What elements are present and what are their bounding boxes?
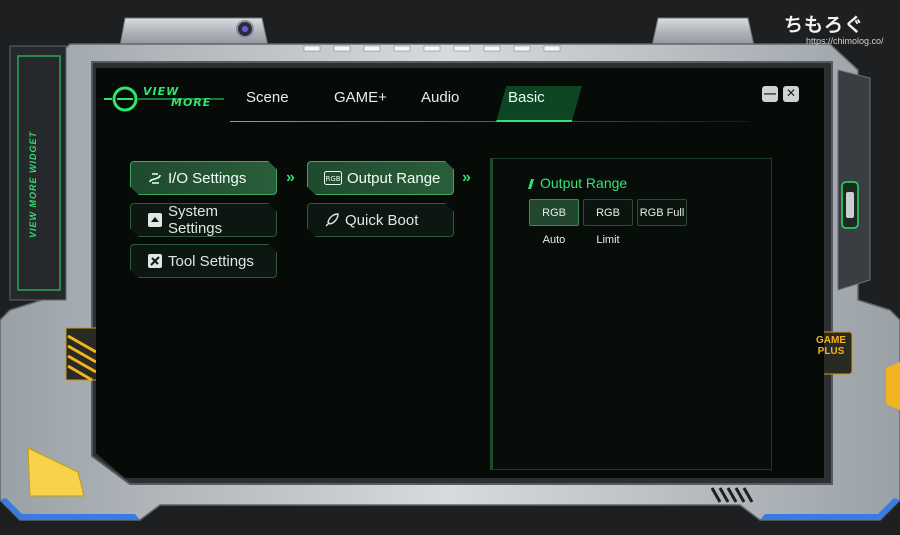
badge-line1: GAME	[816, 335, 846, 346]
panel-title: Output Range	[540, 175, 628, 191]
io-settings-icon	[147, 170, 163, 186]
close-button[interactable]: ✕	[783, 86, 799, 102]
rgb-icon: RGB	[324, 170, 342, 186]
badge-line2: PLUS	[817, 346, 845, 357]
tool-settings-icon	[147, 253, 163, 269]
tab-game-plus[interactable]: GAME+	[334, 86, 387, 120]
system-settings-icon	[147, 212, 163, 228]
option-rgb-limit[interactable]: RGB Limit	[583, 199, 633, 246]
menu-system-settings[interactable]: System Settings	[130, 203, 277, 237]
menu-output-range[interactable]: RGB Output Range	[307, 161, 454, 195]
menu-system-settings-label: System Settings	[167, 203, 223, 237]
menu-tool-settings-label: Tool Settings	[168, 252, 254, 270]
option-rgb-auto[interactable]: RGB Auto	[529, 199, 579, 246]
tab-basic[interactable]: Basic	[496, 86, 582, 122]
rgb-icon-text: RGB	[325, 175, 340, 183]
widget-vertical-label: VIEW MORE WIDGET	[28, 131, 38, 239]
menu-io-settings-label: I/O Settings	[168, 169, 247, 187]
menu-quick-boot-label: Quick Boot	[345, 211, 419, 229]
menu-quick-boot[interactable]: Quick Boot	[307, 203, 454, 237]
watermark-url: https://chimolog.co/	[806, 36, 884, 46]
watermark-title: ちもろぐ	[784, 15, 865, 36]
tab-scene[interactable]: Scene	[246, 86, 289, 120]
option-rgb-full[interactable]: RGB Full	[637, 199, 687, 226]
rocket-icon	[324, 212, 340, 228]
minimize-button[interactable]: —	[762, 86, 778, 102]
header-divider	[230, 121, 750, 122]
menu-tool-settings[interactable]: Tool Settings	[130, 244, 277, 278]
menu-io-settings[interactable]: I/O Settings	[130, 161, 277, 195]
chevron-right-icon: »	[286, 169, 295, 186]
logo-line2: MORE	[171, 96, 212, 109]
panel-title-icon	[528, 179, 534, 189]
logo-text: VIEW MORE	[143, 86, 211, 108]
menu-output-range-label: Output Range	[347, 169, 441, 187]
tab-audio[interactable]: Audio	[421, 86, 459, 120]
game-plus-badge: GAME PLUS	[812, 335, 850, 371]
chevron-right-icon: »	[462, 169, 471, 186]
